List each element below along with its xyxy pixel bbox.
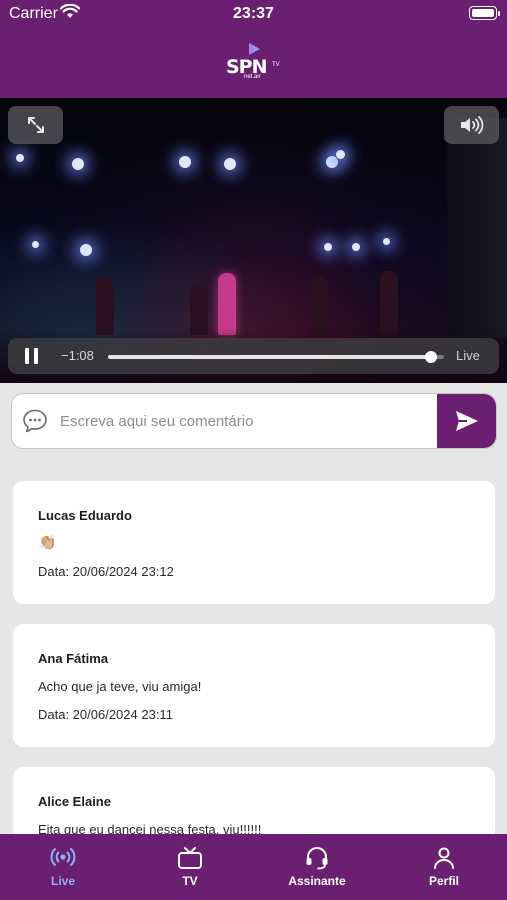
broadcast-icon — [50, 848, 76, 866]
battery-icon — [469, 6, 500, 20]
comment-text: Acho que ja teve, viu amiga! — [38, 679, 202, 694]
tab-label: Perfil — [428, 874, 459, 888]
stage-light — [179, 156, 191, 168]
stage-light — [324, 243, 332, 251]
expand-icon — [27, 117, 44, 133]
pause-icon — [34, 348, 38, 364]
stage-structure — [447, 118, 507, 338]
play-logo-icon — [249, 43, 260, 55]
stage-light — [352, 243, 360, 251]
live-label: Live — [456, 348, 480, 363]
tab-tv[interactable]: TV — [127, 834, 253, 900]
video-player[interactable]: −1:08 Live — [0, 98, 507, 383]
progress-thumb[interactable] — [424, 351, 437, 363]
comment-text: 👏🏼 — [38, 534, 57, 551]
comment-card: Lucas Eduardo 👏🏼 Data: 20/06/2024 23:12 — [13, 481, 495, 604]
pause-button[interactable] — [24, 348, 40, 364]
bottom-tab-bar: Live TV Assinante Perfil — [0, 834, 507, 900]
stage-light — [72, 158, 84, 170]
stage-light — [326, 156, 338, 168]
progress-scrubber[interactable] — [108, 351, 444, 363]
tab-live[interactable]: Live — [0, 834, 126, 900]
comment-author: Lucas Eduardo — [38, 508, 132, 523]
pause-icon — [25, 348, 29, 364]
volume-icon — [460, 116, 483, 134]
performer — [218, 273, 236, 335]
tab-label: TV — [182, 874, 198, 888]
performer — [380, 271, 398, 335]
comment-date: Data: 20/06/2024 23:11 — [38, 707, 173, 722]
comment-date: Data: 20/06/2024 23:12 — [38, 564, 174, 579]
person-icon — [434, 847, 454, 869]
stage-light — [336, 150, 345, 159]
comment-author: Alice Elaine — [38, 794, 111, 809]
stage-light — [80, 244, 92, 256]
clock: 23:37 — [233, 5, 274, 22]
logo-sub-text: net.air — [244, 74, 261, 80]
logo-tv-text: TV — [272, 62, 280, 68]
send-button[interactable] — [437, 394, 496, 448]
playback-controls: −1:08 Live — [8, 338, 499, 374]
stage-light — [16, 154, 24, 162]
app-header: Carrier 23:37 SPN TV net.air — [0, 0, 507, 98]
stage-light — [224, 158, 236, 170]
tab-label: Live — [50, 874, 75, 888]
tab-label: Assinante — [288, 874, 346, 888]
stage-light — [383, 238, 390, 245]
tab-perfil[interactable]: Perfil — [381, 834, 507, 900]
volume-button[interactable] — [444, 106, 499, 144]
comment-author: Ana Fátima — [38, 651, 109, 666]
headset-icon — [306, 847, 328, 870]
comment-card: Ana Fátima Acho que ja teve, viu amiga! … — [13, 624, 495, 747]
comment-bubble-icon — [23, 409, 47, 433]
stage-light — [32, 241, 39, 248]
progress-fill — [108, 355, 431, 359]
tv-icon — [178, 847, 202, 869]
comment-composer — [11, 393, 497, 449]
fullscreen-button[interactable] — [8, 106, 63, 144]
status-bar: Carrier 23:37 — [0, 0, 507, 28]
comment-input[interactable] — [60, 394, 436, 448]
time-remaining: −1:08 — [61, 348, 94, 363]
tab-assinante[interactable]: Assinante — [254, 834, 380, 900]
brand-logo: SPN TV net.air — [224, 40, 284, 86]
send-icon — [455, 411, 478, 431]
